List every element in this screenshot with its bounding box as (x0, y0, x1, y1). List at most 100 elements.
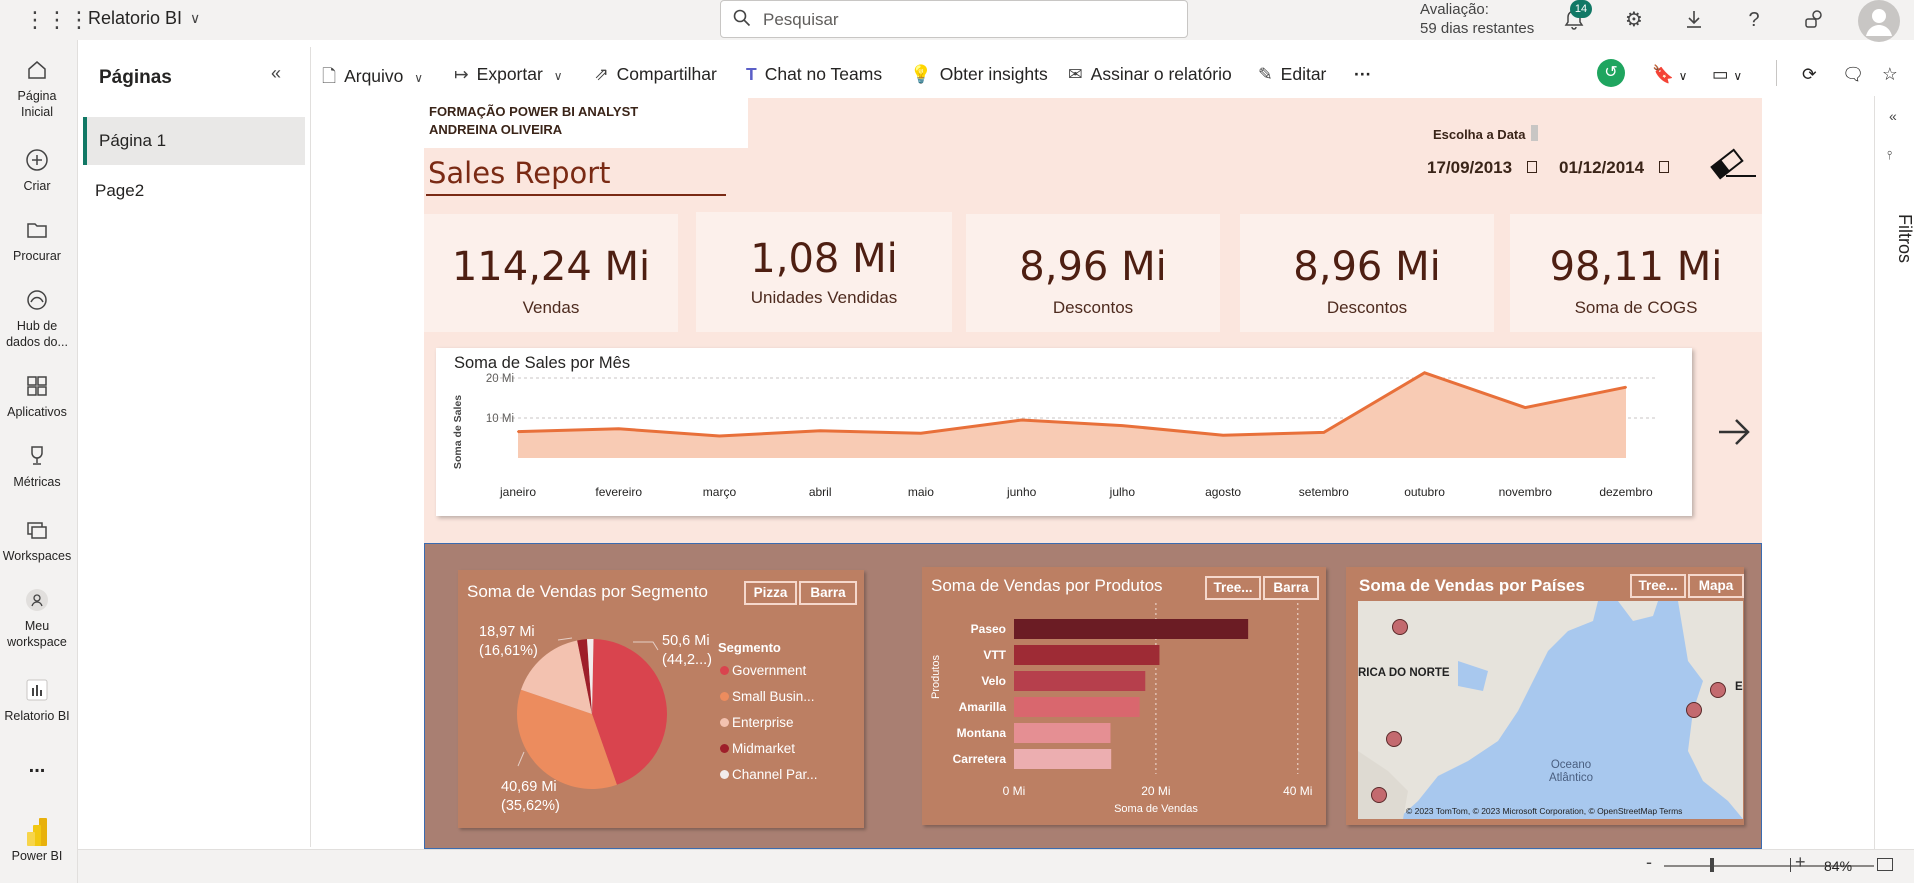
bar-chart[interactable]: Paseo VTT Velo Amarilla Montana Carretera 0 Mi… (922, 567, 1326, 825)
chevron-down-icon: ∨ (553, 69, 563, 83)
legend-item[interactable]: Enterprise (720, 715, 794, 730)
bar-velo[interactable] (1014, 671, 1146, 691)
nav-create[interactable]: Criar (0, 148, 74, 194)
collapse-pages-icon[interactable]: « (271, 63, 281, 84)
map-label-atlantic: Oceano Atlântico (1548, 759, 1594, 784)
filter-funnel-icon: ⫯ (1887, 148, 1893, 162)
map-toggle-button[interactable]: Mapa (1688, 574, 1744, 598)
legend-item[interactable]: Government (720, 663, 806, 678)
map-point-canada[interactable] (1392, 619, 1408, 635)
x-tick-label: maio (908, 485, 934, 499)
share-feedback-icon[interactable] (1802, 8, 1826, 32)
page-tab-1[interactable]: Página 1 (83, 117, 305, 165)
bookmark-icon[interactable]: 🔖 ∨ (1652, 64, 1687, 85)
teams-chat-button[interactable]: T Chat no Teams (746, 64, 882, 85)
bar-amarilla[interactable] (1014, 697, 1140, 717)
data-point[interactable] (1121, 424, 1124, 427)
y-axis-label: Produtos (930, 654, 942, 699)
data-point[interactable] (517, 430, 519, 433)
bar-paseo[interactable] (1014, 619, 1249, 639)
x-tick-label: fevereiro (595, 485, 642, 499)
nav-relatorio-bi[interactable]: Relatorio BI (0, 678, 74, 724)
workspace-name[interactable]: Relatorio BI (88, 8, 182, 29)
settings-gear-icon[interactable]: ⚙ (1622, 8, 1646, 32)
map-point-germany[interactable] (1710, 682, 1726, 698)
date-to[interactable]: 01/12/2014 (1559, 158, 1644, 178)
pie-label-pct: (44,2...) (662, 652, 712, 668)
pencil-icon: ✎ (1258, 64, 1273, 84)
nav-powerbi[interactable]: Power BI (0, 818, 74, 864)
top-bar: ⋮⋮⋮ Relatorio BI ∨ Pesquisar Avaliação: … (0, 0, 1914, 42)
nav-home[interactable]: Página Inicial (0, 58, 74, 120)
favorite-star-icon[interactable]: ☆ (1882, 64, 1898, 85)
calendar-icon[interactable] (1527, 161, 1537, 173)
more-icon[interactable]: ... (0, 756, 74, 776)
bar-carretera[interactable] (1014, 749, 1112, 769)
next-arrow-icon[interactable] (1716, 414, 1752, 450)
insights-button[interactable]: 💡 Obter insights (910, 64, 1048, 85)
file-menu-label: Arquivo (344, 66, 404, 86)
trial-days: 59 dias restantes (1420, 20, 1535, 37)
nav-data-hub[interactable]: Hub de dados do... (0, 288, 74, 350)
share-button[interactable]: ⇗ Compartilhar (594, 64, 717, 85)
legend-label: Small Busin... (732, 689, 815, 704)
zoom-slider-thumb[interactable] (1710, 858, 1714, 872)
nav-browse[interactable]: Procurar (0, 218, 74, 264)
bar-montana[interactable] (1014, 723, 1111, 743)
map-point-france[interactable] (1686, 702, 1702, 718)
data-point[interactable] (1020, 419, 1023, 421)
legend-item[interactable]: Small Busin... (720, 689, 815, 704)
y-tick-label: 20 Mi (486, 373, 514, 385)
bar-vtt[interactable] (1014, 645, 1160, 665)
nav-my-workspace[interactable]: Meu workspace (0, 588, 74, 650)
data-point[interactable] (1322, 431, 1325, 434)
calendar-icon[interactable] (1659, 161, 1669, 173)
trial-label: Avaliação: (1420, 1, 1489, 18)
tree-toggle-button[interactable]: Tree... (1630, 574, 1686, 598)
expand-filters-icon[interactable]: « (1889, 108, 1897, 124)
comment-icon[interactable]: 🗨 (1842, 64, 1864, 85)
file-menu[interactable]: 🗋 Arquivo ∨ (322, 64, 423, 94)
zoom-in-icon[interactable]: + (1795, 852, 1806, 873)
legend-item[interactable]: Channel Par... (720, 767, 818, 782)
data-point[interactable] (919, 432, 922, 435)
help-icon[interactable]: ? (1742, 8, 1766, 32)
edit-button[interactable]: ✎ Editar (1258, 64, 1326, 85)
download-icon[interactable] (1682, 8, 1706, 32)
data-point[interactable] (1524, 406, 1527, 409)
map-point-usa[interactable] (1386, 731, 1402, 747)
app-launcher-icon[interactable]: ⋮⋮⋮ (24, 8, 90, 32)
data-point[interactable] (718, 435, 721, 437)
data-point[interactable] (819, 429, 822, 432)
data-point[interactable] (1625, 386, 1627, 389)
data-point[interactable] (1423, 371, 1426, 374)
nav-apps[interactable]: Aplicativos (0, 374, 74, 420)
fit-to-page-icon[interactable] (1877, 858, 1893, 871)
chevron-down-icon[interactable]: ∨ (190, 10, 200, 27)
export-menu[interactable]: ↦ Exportar ∨ (454, 64, 562, 85)
refresh-icon[interactable]: ⟳ (1802, 64, 1817, 85)
data-point[interactable] (617, 427, 620, 430)
subscribe-button[interactable]: ✉ Assinar o relatório (1068, 64, 1232, 85)
zoom-out-icon[interactable]: - (1646, 852, 1652, 873)
map-point-mexico[interactable] (1371, 787, 1387, 803)
nav-metrics[interactable]: Métricas (0, 444, 74, 490)
filters-pane[interactable]: « ⫯ Filtros (1874, 96, 1914, 849)
kpi-card-unidades: 1,08 Mi Unidades Vendidas (696, 212, 952, 332)
data-point[interactable] (1222, 434, 1225, 437)
nav-workspaces[interactable]: Workspaces (0, 518, 74, 564)
more-options-icon[interactable]: ··· (1354, 64, 1371, 85)
reset-icon[interactable]: ↺ (1597, 59, 1625, 87)
line-chart[interactable]: 10 Mi 20 Mi Soma de Sales janeiro fevereiro m… (436, 348, 1692, 516)
legend-item[interactable]: Midmarket (720, 741, 795, 756)
insights-label: Obter insights (939, 64, 1048, 84)
avatar[interactable] (1858, 0, 1900, 42)
view-icon[interactable]: ▭ ∨ (1712, 64, 1742, 85)
eraser-icon[interactable] (1706, 148, 1758, 180)
date-from[interactable]: 17/09/2013 (1427, 158, 1512, 178)
nav-browse-label: Procurar (13, 249, 61, 263)
map-visual[interactable]: RICA DO NORTE Oceano Atlântico E © 2023 … (1358, 601, 1743, 819)
kpi-value: 8,96 Mi (1019, 244, 1167, 290)
page-tab-2[interactable]: Page2 (83, 167, 305, 215)
search-input[interactable]: Pesquisar (720, 0, 1188, 38)
